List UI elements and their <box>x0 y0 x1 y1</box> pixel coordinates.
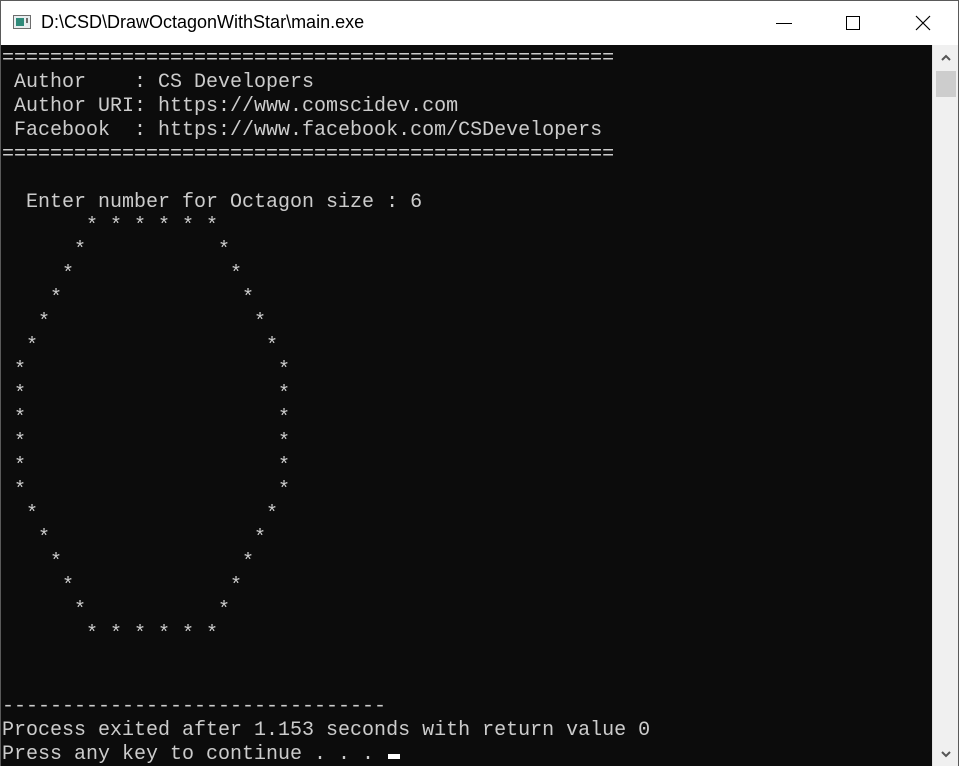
maximize-icon <box>846 16 860 30</box>
console-line: * * <box>2 527 267 550</box>
maximize-button[interactable] <box>830 1 876 45</box>
vertical-scrollbar[interactable] <box>932 45 958 766</box>
console-line: -------------------------------- <box>2 695 387 718</box>
console-line: * * <box>2 599 231 622</box>
console-line: * * <box>2 455 291 478</box>
console-line: Process exited after 1.153 seconds with … <box>2 719 651 742</box>
console-window: D:\CSD\DrawOctagonWithStar\main.exe ====… <box>0 0 959 766</box>
console-line: Press any key to continue . . . <box>2 743 401 766</box>
console-line: * * <box>2 407 291 430</box>
title-bar[interactable]: D:\CSD\DrawOctagonWithStar\main.exe <box>1 1 958 45</box>
console-line: * * <box>2 263 243 286</box>
console-line: ========================================… <box>2 143 615 166</box>
console-line: Author : CS Developers <box>2 71 315 94</box>
scroll-thumb[interactable] <box>936 71 956 97</box>
console-line: Facebook : https://www.facebook.com/CSDe… <box>2 119 603 142</box>
console-line: * * <box>2 479 291 502</box>
console-app-icon[interactable] <box>13 15 31 29</box>
console-line: Enter number for Octagon size : 6 <box>2 191 423 214</box>
console-line: Author URI: https://www.comscidev.com <box>2 95 459 118</box>
console-line: * * <box>2 311 267 334</box>
console-line: * * <box>2 335 279 358</box>
scroll-up-button[interactable] <box>933 45 958 69</box>
close-icon <box>915 15 931 31</box>
text-cursor <box>388 754 401 759</box>
close-button[interactable] <box>900 1 946 45</box>
console-line: * * <box>2 575 243 598</box>
console-line: * * <box>2 239 231 262</box>
chevron-up-icon <box>940 54 951 61</box>
window-title: D:\CSD\DrawOctagonWithStar\main.exe <box>41 12 365 32</box>
console-line: * * * * * * <box>2 623 219 646</box>
console-line: * * * * * * <box>2 215 219 238</box>
minimize-icon <box>776 22 792 24</box>
console-line: * * <box>2 551 255 574</box>
console-line: * * <box>2 359 291 382</box>
console-line: ========================================… <box>2 47 615 70</box>
chevron-down-icon <box>940 750 951 757</box>
console-line: * * <box>2 383 291 406</box>
scroll-down-button[interactable] <box>933 742 958 766</box>
console-line: * * <box>2 503 279 526</box>
console-output[interactable]: ========================================… <box>1 45 932 766</box>
console-line: * * <box>2 431 291 454</box>
console-line: * * <box>2 287 255 310</box>
minimize-button[interactable] <box>761 1 807 45</box>
